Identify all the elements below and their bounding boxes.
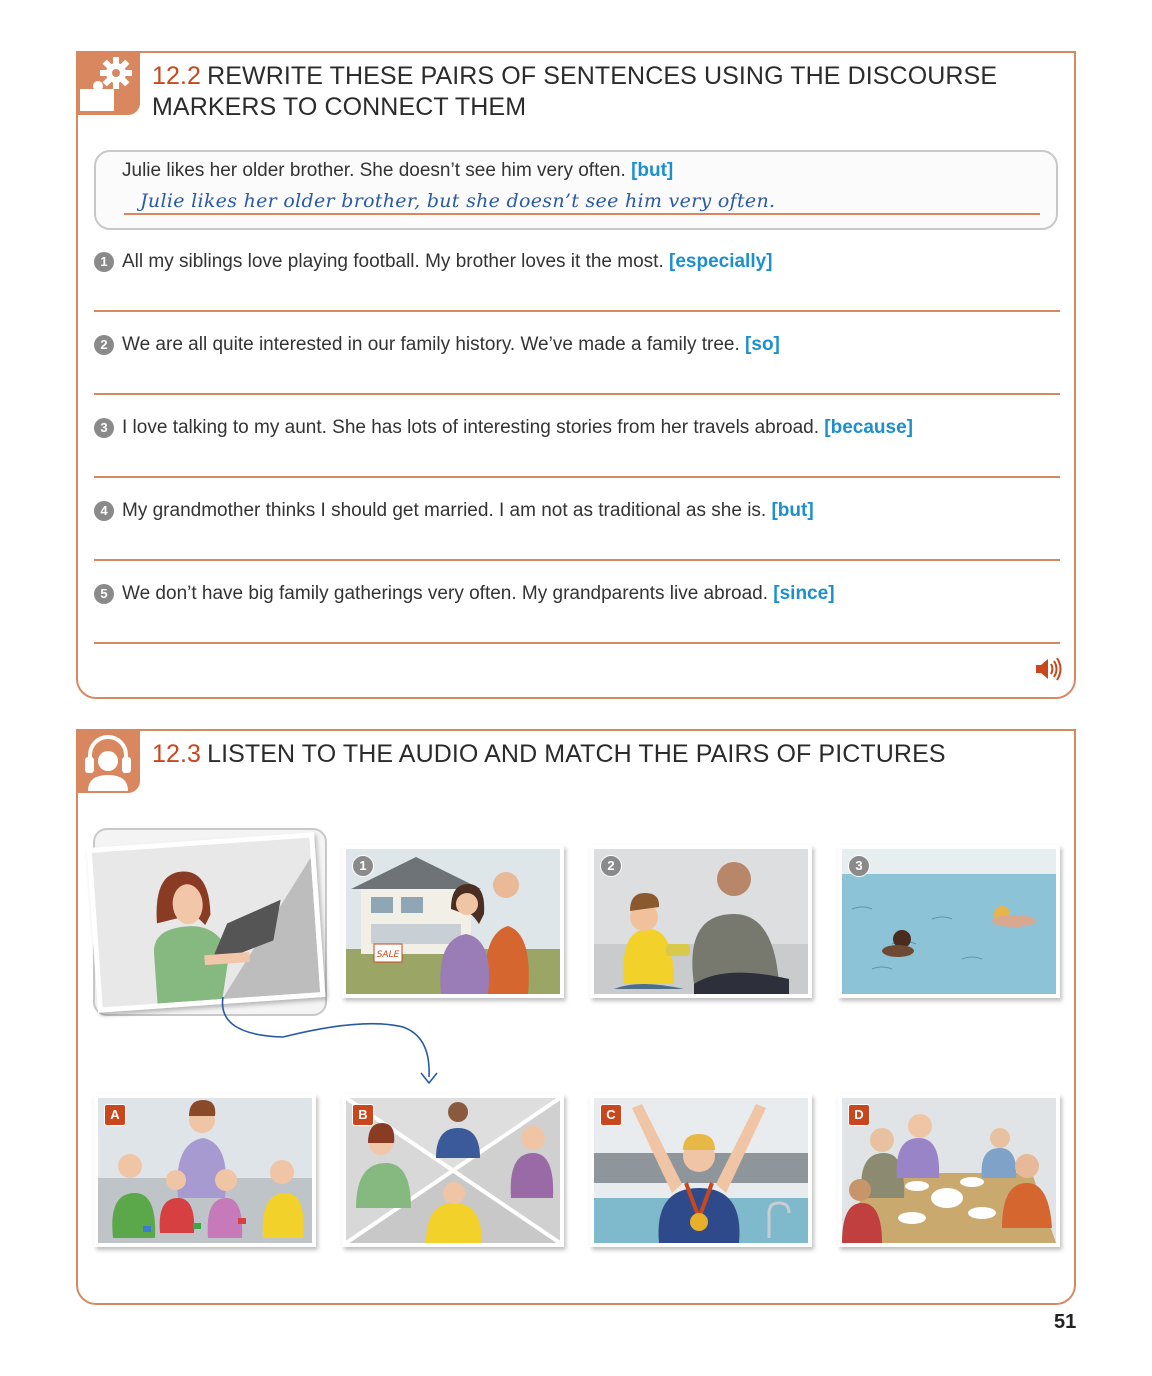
page-number: 51	[1054, 1311, 1077, 1333]
picture-A-mother-children[interactable]: A	[94, 1094, 316, 1247]
answer-line	[124, 213, 1040, 215]
picture-3-swimming[interactable]: 3	[838, 845, 1060, 998]
answer-input-3[interactable]	[94, 476, 1060, 478]
discourse-marker: [but]	[631, 160, 674, 181]
picture-number-1: 1	[352, 855, 374, 877]
example-sentence: Julie likes her older brother. She doesn…	[122, 160, 673, 182]
picture-woman-laptop[interactable]	[86, 832, 326, 1013]
picture-number-3: 3	[848, 855, 870, 877]
example-box: Julie likes her older brother. She doesn…	[94, 150, 1058, 230]
question-text: We don’t have big family gatherings very…	[122, 583, 768, 604]
question-text: We are all quite interested in our famil…	[122, 334, 740, 355]
section-heading: 12.2 REWRITE THESE PAIRS OF SENTENCES USI…	[152, 61, 1044, 123]
section-number: 12.3	[152, 740, 202, 768]
answer-input-1[interactable]	[94, 310, 1060, 312]
question-text: All my siblings love playing football. M…	[122, 251, 664, 272]
picture-2-father-son[interactable]: 2	[590, 845, 812, 998]
discourse-marker: [but]	[771, 500, 814, 521]
section-title: LISTEN TO THE AUDIO AND MATCH THE PAIRS …	[207, 740, 946, 768]
question-number: 2	[94, 335, 114, 355]
question-number: 1	[94, 252, 114, 272]
discourse-marker: [so]	[745, 334, 780, 355]
question-4: 4 My grandmother thinks I should get marr…	[94, 500, 814, 522]
section-heading: 12.3 LISTEN TO THE AUDIO AND MATCH THE PA…	[152, 739, 1044, 770]
answer-input-4[interactable]	[94, 559, 1060, 561]
speaker-icon[interactable]	[1034, 657, 1062, 681]
question-2: 2 We are all quite interested in our fami…	[94, 334, 780, 356]
picture-B-laptops[interactable]: B	[342, 1094, 564, 1247]
answer-input-2[interactable]	[94, 393, 1060, 395]
sale-sign: SALE	[377, 950, 400, 960]
question-3: 3 I love talking to my aunt. She has lots…	[94, 417, 913, 439]
headphones-icon	[76, 729, 140, 793]
matching-arrow	[221, 996, 438, 1085]
picture-number-2: 2	[600, 855, 622, 877]
picture-letter-C: C	[600, 1104, 622, 1126]
picture-letter-B: B	[352, 1104, 374, 1126]
question-5: 5 We don’t have big family gatherings ver…	[94, 583, 835, 605]
section-number: 12.2	[152, 62, 202, 90]
discourse-marker: [since]	[773, 583, 835, 604]
gear-puzzle-icon	[76, 51, 140, 115]
question-text: I love talking to my aunt. She has lots …	[122, 417, 820, 438]
picture-letter-A: A	[104, 1104, 126, 1126]
answer-input-5[interactable]	[94, 642, 1060, 644]
discourse-marker: [especially]	[669, 251, 773, 272]
question-1: 1 All my siblings love playing football. …	[94, 251, 773, 273]
picture-C-swimmer-medal[interactable]: C	[590, 1094, 812, 1247]
example-sentence-text: Julie likes her older brother. She doesn…	[122, 160, 626, 181]
section-title: REWRITE THESE PAIRS OF SENTENCES USING T…	[152, 62, 998, 121]
picture-letter-D: D	[848, 1104, 870, 1126]
question-number: 4	[94, 501, 114, 521]
picture-D-family-dinner[interactable]: D	[838, 1094, 1060, 1247]
picture-1-couple-house[interactable]: SALE 1	[342, 845, 564, 998]
question-number: 5	[94, 584, 114, 604]
question-number: 3	[94, 418, 114, 438]
discourse-marker: [because]	[824, 417, 913, 438]
example-answer: Julie likes her older brother, but she d…	[140, 190, 776, 212]
question-text: My grandmother thinks I should get marri…	[122, 500, 767, 521]
